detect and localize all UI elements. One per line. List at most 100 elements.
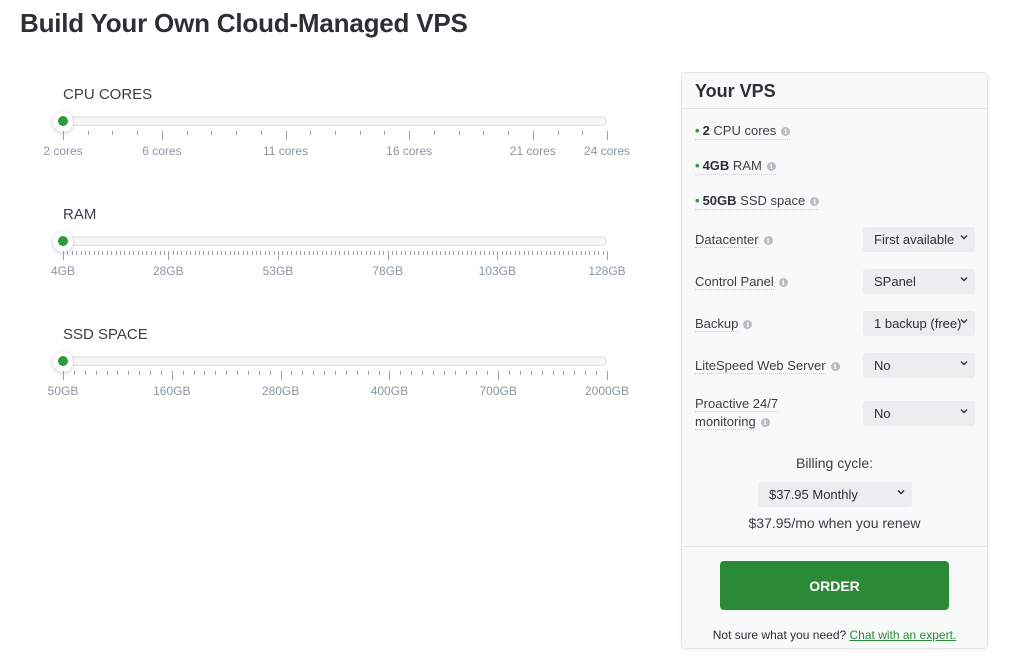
chat-with-expert-link[interactable]: Chat with an expert. (850, 628, 957, 642)
minor-tick (508, 131, 509, 135)
info-icon[interactable]: i (764, 236, 773, 245)
minor-tick (304, 251, 305, 255)
minor-tick (427, 251, 428, 255)
minor-tick (519, 251, 520, 255)
tick-label: 103GB (479, 264, 516, 278)
major-tick (172, 371, 173, 380)
minor-tick (453, 251, 454, 255)
minor-tick (383, 251, 384, 255)
info-icon[interactable]: i (810, 197, 819, 206)
minor-tick (252, 251, 253, 255)
minor-tick (487, 371, 488, 375)
minor-tick (128, 371, 129, 375)
billing-cycle-label: Billing cycle: (682, 455, 987, 471)
minor-tick (379, 371, 380, 375)
minor-tick (265, 251, 266, 255)
tick-label: 28GB (153, 264, 184, 278)
minor-tick (310, 131, 311, 135)
minor-tick (150, 371, 151, 375)
order-button[interactable]: ORDER (720, 561, 949, 610)
minor-tick (418, 251, 419, 255)
minor-tick (572, 251, 573, 255)
billing-cycle-value: $37.95 Monthly (769, 487, 858, 502)
minor-tick (475, 251, 476, 255)
tick-label: 16 cores (386, 144, 432, 158)
tick-label: 128GB (588, 264, 625, 278)
minor-tick (203, 251, 204, 255)
info-icon[interactable]: i (831, 362, 840, 371)
major-tick (533, 131, 534, 140)
billing-cycle-select[interactable]: $37.95 Monthly (758, 482, 912, 507)
minor-tick (366, 251, 367, 255)
info-icon[interactable]: i (767, 162, 776, 171)
minor-tick (598, 251, 599, 255)
minor-tick (440, 251, 441, 255)
minor-tick (360, 131, 361, 135)
minor-tick (506, 251, 507, 255)
cpu-slider-thumb[interactable] (53, 112, 73, 132)
ssd-slider-thumb[interactable] (53, 352, 73, 372)
minor-tick (190, 251, 191, 255)
minor-tick (559, 251, 560, 255)
minor-tick (458, 251, 459, 255)
minor-tick (173, 251, 174, 255)
major-tick (497, 251, 498, 260)
minor-tick (137, 131, 138, 135)
spec-cpu[interactable]: •2 CPU coresi (695, 123, 790, 140)
minor-tick (563, 251, 564, 255)
major-tick (498, 371, 499, 380)
minor-tick (574, 371, 575, 375)
litespeed-label: LiteSpeed Web Server (695, 358, 826, 374)
minor-tick (335, 371, 336, 375)
minor-tick (120, 251, 121, 255)
minor-tick (85, 371, 86, 375)
minor-tick (221, 251, 222, 255)
minor-tick (594, 251, 595, 255)
control-panel-select[interactable]: SPanel (863, 269, 975, 294)
spec-ram[interactable]: •4GB RAMi (695, 158, 776, 175)
minor-tick (74, 371, 75, 375)
minor-tick (531, 371, 532, 375)
minor-tick (138, 251, 139, 255)
minor-tick (466, 371, 467, 375)
minor-tick (353, 251, 354, 255)
monitoring-select[interactable]: No (863, 401, 975, 426)
minor-tick (405, 251, 406, 255)
minor-tick (88, 131, 89, 135)
datacenter-select[interactable]: First available (863, 227, 975, 252)
info-icon[interactable]: i (779, 278, 788, 287)
info-icon[interactable]: i (761, 418, 770, 427)
cpu-slider-track[interactable] (63, 116, 607, 126)
minor-tick (322, 251, 323, 255)
minor-tick (296, 251, 297, 255)
ram-slider-thumb[interactable] (53, 232, 73, 252)
minor-tick (146, 251, 147, 255)
backup-label: Backup (695, 316, 738, 332)
minor-tick (361, 251, 362, 255)
major-tick (281, 371, 282, 380)
ssd-slider-ticks (63, 371, 607, 381)
spec-ram-text: RAM (729, 158, 762, 173)
ssd-slider-track[interactable] (63, 356, 607, 366)
divider (682, 546, 987, 547)
minor-tick (313, 251, 314, 255)
ram-slider-track[interactable] (63, 236, 607, 246)
litespeed-select[interactable]: No (863, 353, 975, 378)
backup-select[interactable]: 1 backup (free) (863, 311, 975, 336)
minor-tick (215, 371, 216, 375)
minor-tick (502, 251, 503, 255)
minor-tick (186, 251, 187, 255)
minor-tick (568, 251, 569, 255)
card-title: Your VPS (682, 73, 987, 109)
help-text: Not sure what you need? Chat with an exp… (682, 628, 987, 642)
cpu-slider-tick-labels: 2 cores6 cores11 cores16 cores21 cores24… (63, 144, 607, 160)
info-icon[interactable]: i (781, 127, 790, 136)
minor-tick (484, 251, 485, 255)
help-question: Not sure what you need? (713, 628, 846, 642)
minor-tick (324, 371, 325, 375)
minor-tick (467, 251, 468, 255)
page-title: Build Your Own Cloud-Managed VPS (20, 8, 468, 39)
info-icon[interactable]: i (743, 320, 752, 329)
minor-tick (396, 251, 397, 255)
spec-ssd[interactable]: •50GB SSD spacei (695, 193, 819, 210)
